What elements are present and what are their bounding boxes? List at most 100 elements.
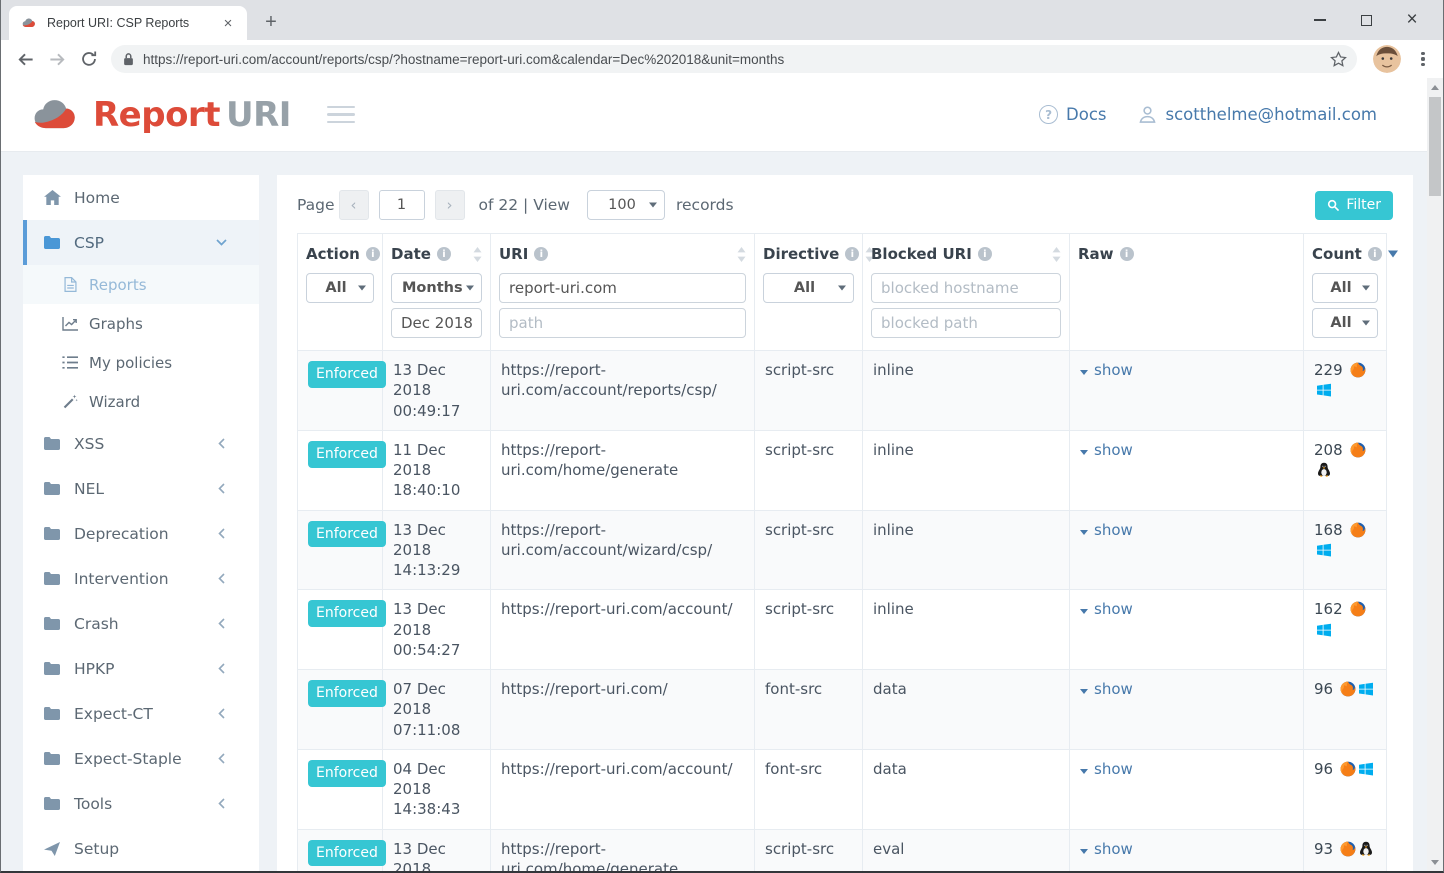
info-icon[interactable]: i xyxy=(437,247,451,261)
prev-page-button[interactable]: ‹ xyxy=(339,190,369,220)
sort-desc-icon[interactable] xyxy=(1388,250,1398,258)
raw-show-link[interactable]: show xyxy=(1080,440,1133,460)
url-bar[interactable]: https://report-uri.com/account/reports/c… xyxy=(111,45,1357,73)
sidebar-item-csp[interactable]: CSP xyxy=(23,220,259,265)
column-header-uri[interactable]: URIi xyxy=(491,234,755,351)
window-minimize-button[interactable] xyxy=(1297,0,1343,40)
sidebar-item-reports[interactable]: Reports xyxy=(23,265,259,304)
sidebar-item-wizard[interactable]: Wizard xyxy=(23,382,259,421)
blocked-uri-cell: inline xyxy=(863,510,1070,590)
column-header-raw[interactable]: Rawi xyxy=(1070,234,1304,351)
page-number-input[interactable] xyxy=(379,190,425,220)
window-close-button[interactable]: × xyxy=(1389,0,1435,40)
sidebar-item-xss[interactable]: XSS xyxy=(23,421,259,466)
sidebar-item-my-policies[interactable]: My policies xyxy=(23,343,259,382)
docs-link[interactable]: ? Docs xyxy=(1039,105,1106,124)
info-icon[interactable]: i xyxy=(366,247,380,261)
column-header-date[interactable]: Datei Months xyxy=(383,234,491,351)
directive-cell: script-src xyxy=(755,351,863,431)
filter-date-select-1[interactable]: Months xyxy=(391,273,482,303)
report-uri-logo[interactable]: ReportURI xyxy=(29,95,291,135)
window-maximize-button[interactable] xyxy=(1343,0,1389,40)
raw-show-link[interactable]: show xyxy=(1080,599,1133,619)
question-circle-icon: ? xyxy=(1039,105,1058,124)
browser-tab[interactable]: Report URI: CSP Reports × xyxy=(9,6,247,40)
caret-down-icon xyxy=(1080,839,1088,859)
column-label: Date xyxy=(391,245,431,263)
raw-show-link[interactable]: show xyxy=(1080,360,1133,380)
raw-show-link[interactable]: show xyxy=(1080,759,1133,779)
sidebar-item-crash[interactable]: Crash xyxy=(23,601,259,646)
show-label: show xyxy=(1094,759,1133,779)
sidebar-toggle-icon[interactable] xyxy=(327,106,355,124)
filter-count-select-1[interactable]: All xyxy=(1312,273,1378,303)
column-header-directive[interactable]: DirectiveiAll xyxy=(755,234,863,351)
sidebar-item-label: Expect-CT xyxy=(74,705,153,723)
filter-action-select-1[interactable]: All xyxy=(306,273,374,303)
count-cell: 93 xyxy=(1304,829,1387,871)
page-size-select[interactable]: 100 xyxy=(587,190,665,220)
sidebar-item-expect-staple[interactable]: Expect-Staple xyxy=(23,736,259,781)
filter-date-input-2[interactable] xyxy=(391,308,482,338)
filter-directive-select-1[interactable]: All xyxy=(763,273,854,303)
filter-blocked-uri-input-1[interactable] xyxy=(871,273,1061,303)
sidebar-item-setup[interactable]: Setup xyxy=(23,826,259,871)
scroll-down-icon[interactable] xyxy=(1427,854,1443,870)
directive-cell: script-src xyxy=(755,829,863,871)
raw-show-link[interactable]: show xyxy=(1080,679,1133,699)
lock-icon xyxy=(123,52,134,66)
browser-menu-icon[interactable] xyxy=(1411,45,1435,73)
bookmark-star-icon[interactable] xyxy=(1330,51,1347,68)
column-header-blocked-uri[interactable]: Blocked URI i xyxy=(863,234,1070,351)
sidebar-item-nel[interactable]: NEL xyxy=(23,466,259,511)
sidebar-item-graphs[interactable]: Graphs xyxy=(23,304,259,343)
sort-toggle-icon[interactable] xyxy=(1052,247,1061,262)
back-button[interactable] xyxy=(9,43,41,75)
page-scrollbar[interactable] xyxy=(1427,78,1443,871)
sidebar-item-deprecation[interactable]: Deprecation xyxy=(23,511,259,556)
info-icon[interactable]: i xyxy=(1120,247,1134,261)
sort-toggle-icon[interactable] xyxy=(473,247,482,262)
firefox-icon xyxy=(1350,442,1366,458)
account-menu[interactable]: scotthelme@hotmail.com xyxy=(1137,104,1377,125)
tab-close-icon[interactable]: × xyxy=(219,14,237,32)
raw-cell: show xyxy=(1070,749,1304,829)
raw-show-link[interactable]: show xyxy=(1080,520,1133,540)
sidebar-item-hpkp[interactable]: HPKP xyxy=(23,646,259,691)
select-value: Months xyxy=(402,280,463,296)
sidebar-item-intervention[interactable]: Intervention xyxy=(23,556,259,601)
firefox-icon xyxy=(1340,681,1356,697)
sidebar-item-tools[interactable]: Tools xyxy=(23,781,259,826)
info-icon[interactable]: i xyxy=(845,247,859,261)
info-icon[interactable]: i xyxy=(1368,247,1382,261)
refresh-button[interactable] xyxy=(73,43,105,75)
new-tab-button[interactable]: + xyxy=(257,8,285,36)
scrollbar-thumb[interactable] xyxy=(1429,97,1441,196)
next-page-button[interactable]: › xyxy=(435,190,465,220)
column-label: Raw xyxy=(1078,245,1114,263)
filter-uri-input-2[interactable] xyxy=(499,308,746,338)
scroll-up-icon[interactable] xyxy=(1427,79,1443,95)
sort-toggle-icon[interactable] xyxy=(737,247,746,262)
chevron-left-icon xyxy=(212,798,230,809)
filter-button[interactable]: Filter xyxy=(1315,191,1393,220)
action-cell: Enforced xyxy=(298,670,383,750)
filter-blocked-uri-input-2[interactable] xyxy=(871,308,1061,338)
filter-count-select-2[interactable]: All xyxy=(1312,308,1378,338)
table-row: Enforced13 Dec 201800:49:17https://repor… xyxy=(298,351,1387,431)
column-header-action[interactable]: Actioni All xyxy=(298,234,383,351)
action-badge: Enforced xyxy=(308,760,386,787)
column-label: Blocked URI xyxy=(871,245,972,263)
column-header-count[interactable]: CountiAllAll xyxy=(1304,234,1387,351)
info-icon[interactable]: i xyxy=(978,247,992,261)
sidebar-item-expect-ct[interactable]: Expect-CT xyxy=(23,691,259,736)
sidebar-item-home[interactable]: Home xyxy=(23,175,259,220)
blocked-uri-cell: inline xyxy=(863,430,1070,510)
raw-show-link[interactable]: show xyxy=(1080,839,1133,859)
profile-avatar[interactable] xyxy=(1373,45,1401,73)
info-icon[interactable]: i xyxy=(534,247,548,261)
column-title-action: Actioni xyxy=(306,244,374,264)
forward-button[interactable] xyxy=(41,43,73,75)
sidebar-item-label: Tools xyxy=(74,795,112,813)
filter-uri-input-1[interactable] xyxy=(499,273,746,303)
